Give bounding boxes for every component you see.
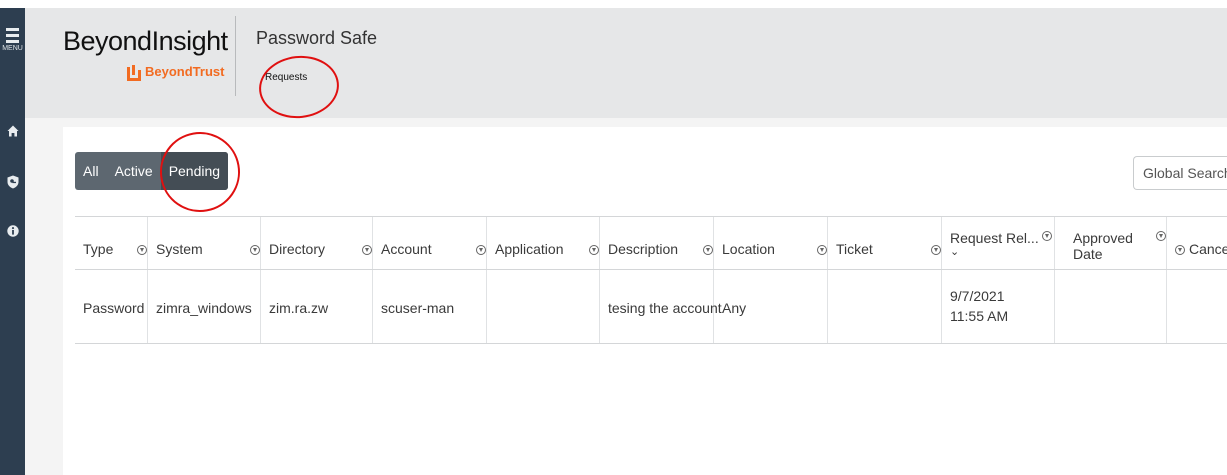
requests-table: Type System Directory Account Applicatio… [75, 216, 1227, 344]
filter-icon[interactable] [931, 245, 941, 255]
cell-approved-date [1055, 270, 1167, 343]
tab-all[interactable]: All [75, 152, 107, 190]
tab-pending[interactable]: Pending [160, 152, 229, 190]
cell-cancel [1167, 270, 1227, 343]
cell-directory: zim.ra.zw [261, 270, 373, 343]
cell-value: 9/7/2021 11:55 AM [950, 288, 1009, 324]
column-label: Description [608, 241, 679, 257]
cell-ticket [828, 270, 942, 343]
column-header-location[interactable]: Location [714, 217, 828, 269]
cell-description: tesing the account [600, 270, 722, 343]
cell-system: zimra_windows [148, 270, 261, 343]
column-label: Type [83, 241, 114, 257]
tab-active[interactable]: Active [107, 152, 161, 190]
home-icon[interactable] [0, 124, 25, 142]
column-header-account[interactable]: Account [373, 217, 487, 269]
column-label: Account [381, 241, 432, 257]
brand-title: BeyondInsight [63, 26, 228, 56]
column-label: Request Rel... ⌄ [950, 230, 1039, 258]
cell-application [487, 270, 600, 343]
column-label: Location [722, 241, 775, 257]
info-icon[interactable] [0, 224, 25, 242]
beyondtrust-logo-icon [127, 64, 141, 81]
hamburger-icon [6, 28, 19, 43]
filter-icon[interactable] [250, 245, 260, 255]
cell-value: zimra_windows [156, 300, 252, 316]
column-label-text: Request Rel... [950, 230, 1039, 246]
global-search-input[interactable] [1133, 156, 1227, 190]
breadcrumb[interactable]: Requests [265, 72, 307, 83]
cell-location: Any [714, 270, 828, 343]
request-filter-tabs: All Active Pending [75, 152, 229, 190]
column-header-cancel[interactable]: Cancel [1167, 217, 1227, 269]
cell-request-release: 9/7/2021 11:55 AM [942, 270, 1055, 343]
company-name: BeyondTrust [145, 64, 225, 79]
table-row[interactable]: Password zimra_windows zim.ra.zw scuser-… [75, 270, 1227, 344]
cell-value: zim.ra.zw [269, 300, 329, 316]
side-rail: MENU [0, 8, 25, 475]
cell-value: Password [83, 300, 145, 316]
column-label: Approved Date [1073, 230, 1133, 262]
company-logo: BeyondTrust [127, 64, 224, 81]
column-header-application[interactable]: Application [487, 217, 600, 269]
filter-icon[interactable] [1042, 231, 1052, 241]
cell-type: Password [75, 270, 148, 343]
filter-icon[interactable] [137, 245, 147, 255]
product-title: Password Safe [256, 28, 378, 48]
sort-descending-icon[interactable]: ⌄ [950, 247, 1039, 258]
header-divider [235, 16, 236, 96]
column-header-ticket[interactable]: Ticket [828, 217, 942, 269]
shield-key-icon[interactable] [0, 175, 25, 194]
filter-icon[interactable] [589, 245, 599, 255]
app-header: BeyondInsight BeyondTrust Password Safe … [25, 8, 1227, 118]
menu-button[interactable]: MENU [0, 28, 25, 52]
menu-label: MENU [2, 45, 23, 52]
cell-value: scuser-man [381, 300, 455, 316]
column-label: Directory [269, 241, 326, 257]
column-header-system[interactable]: System [148, 217, 261, 269]
column-label: Ticket [836, 241, 873, 257]
column-header-description[interactable]: Description [600, 217, 714, 269]
column-header-directory[interactable]: Directory [261, 217, 373, 269]
column-header-type[interactable]: Type [75, 217, 148, 269]
filter-icon[interactable] [1156, 231, 1166, 241]
filter-icon[interactable] [703, 245, 713, 255]
top-strip [0, 0, 1227, 8]
filter-icon[interactable] [476, 245, 486, 255]
column-label: Cancel [1189, 241, 1227, 257]
filter-icon[interactable] [817, 245, 827, 255]
cell-value: Any [722, 300, 747, 316]
column-header-request-release[interactable]: Request Rel... ⌄ [942, 217, 1055, 269]
cell-account: scuser-man [373, 270, 487, 343]
column-header-approved-date[interactable]: Approved Date [1055, 217, 1167, 269]
column-label: System [156, 241, 203, 257]
cell-value: tesing the account [608, 300, 722, 316]
filter-icon[interactable] [1175, 245, 1185, 255]
filter-icon[interactable] [362, 245, 372, 255]
table-header-row: Type System Directory Account Applicatio… [75, 217, 1227, 270]
column-label: Application [495, 241, 564, 257]
